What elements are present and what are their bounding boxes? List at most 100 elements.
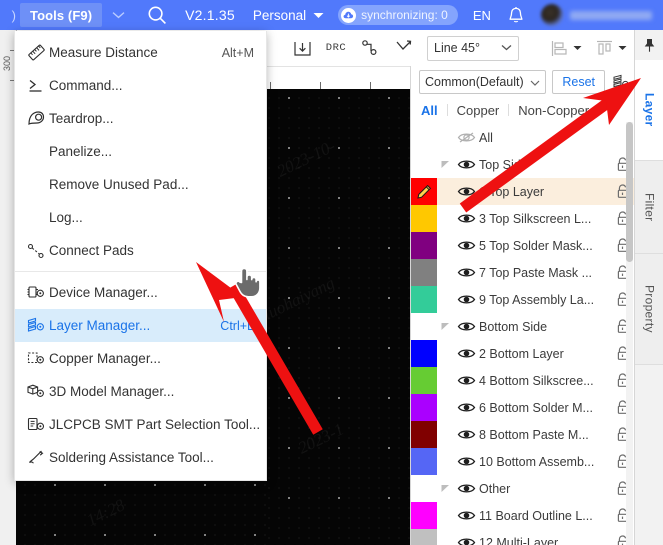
- eye-icon[interactable]: [453, 536, 479, 545]
- net-icon[interactable]: [358, 36, 382, 60]
- layer-preset-select[interactable]: Common(Default): [419, 70, 547, 94]
- menu-item-label: 3D Model Manager...: [49, 384, 175, 399]
- menu-item-device-manager[interactable]: Device Manager...: [15, 276, 266, 309]
- angle-icon[interactable]: [392, 36, 416, 60]
- eye-icon[interactable]: [453, 482, 479, 495]
- layer-row-bottom-solder-mask[interactable]: 6 Bottom Solder M...: [411, 394, 635, 421]
- layer-row-all[interactable]: All: [411, 124, 635, 151]
- search-icon[interactable]: [147, 5, 167, 25]
- pcb-grid-area-right[interactable]: 2023-10- luohaiyang 2023-1: [267, 89, 410, 545]
- menu-item-3d-model-manager[interactable]: 3D Model Manager...: [15, 375, 266, 408]
- eye-icon[interactable]: [453, 239, 479, 252]
- layer-row-top-assembly[interactable]: 9 Top Assembly La...: [411, 286, 635, 313]
- layer-color-swatch[interactable]: [411, 178, 437, 205]
- menu-item-layer-manager[interactable]: Layer Manager... Ctrl+L: [15, 309, 266, 342]
- layer-row-top-layer[interactable]: 1 Top Layer: [411, 178, 635, 205]
- layer-config-icon[interactable]: [611, 74, 631, 90]
- layer-color-swatch[interactable]: [411, 529, 437, 545]
- layer-row-bottom-assembly[interactable]: 10 Bottom Assemb...: [411, 448, 635, 475]
- eye-icon[interactable]: [453, 266, 479, 279]
- tools-menu-button[interactable]: Tools (F9): [20, 3, 103, 27]
- layer-color-swatch[interactable]: [411, 502, 437, 529]
- tab-non-copper[interactable]: Non-Copper: [509, 103, 598, 118]
- layer-color-swatch[interactable]: [411, 394, 437, 421]
- layer-list[interactable]: All Top Side 1 Top Layer 3 Top Silkscree…: [411, 124, 635, 545]
- layer-row-board-outline[interactable]: 11 Board Outline L...: [411, 502, 635, 529]
- menu-item-teardrop[interactable]: Teardrop...: [15, 102, 266, 135]
- collapse-triangle-icon[interactable]: [437, 322, 453, 331]
- tools-dropdown-menu[interactable]: Measure Distance Alt+M Command... Teardr…: [14, 31, 267, 481]
- eye-icon[interactable]: [453, 428, 479, 441]
- pcb-canvas-right[interactable]: 2023-10- luohaiyang 2023-1: [267, 66, 410, 545]
- tab-layer[interactable]: Layer: [635, 60, 663, 161]
- layer-row-top-paste-mask[interactable]: 7 Top Paste Mask ...: [411, 259, 635, 286]
- layer-color-swatch[interactable]: [411, 259, 437, 286]
- collapse-triangle-icon[interactable]: [437, 484, 453, 493]
- eye-icon[interactable]: [453, 320, 479, 333]
- menu-item-measure-distance[interactable]: Measure Distance Alt+M: [15, 36, 266, 69]
- layer-row-bottom-paste-mask[interactable]: 8 Bottom Paste M...: [411, 421, 635, 448]
- eye-icon[interactable]: [453, 509, 479, 522]
- bell-icon[interactable]: [507, 6, 525, 25]
- menu-item-label: Connect Pads: [49, 243, 134, 258]
- layer-manager-icon: [23, 317, 49, 334]
- distribute-caret-icon[interactable]: [618, 43, 627, 53]
- eye-icon[interactable]: [453, 158, 479, 171]
- eye-icon[interactable]: [453, 401, 479, 414]
- sync-status-badge[interactable]: synchronizing: 0: [338, 5, 458, 25]
- layer-color-swatch[interactable]: [411, 205, 437, 232]
- layer-row-bottom-layer[interactable]: 2 Bottom Layer: [411, 340, 635, 367]
- layer-group-top-side[interactable]: Top Side: [411, 151, 635, 178]
- layer-row-top-solder-mask[interactable]: 5 Top Solder Mask...: [411, 232, 635, 259]
- tab-all[interactable]: All: [419, 103, 447, 118]
- layer-row-multi-layer[interactable]: 12 Multi-Layer: [411, 529, 635, 545]
- eye-icon[interactable]: [453, 374, 479, 387]
- import-icon[interactable]: [290, 36, 314, 60]
- layer-name: 9 Top Assembly La...: [479, 292, 595, 307]
- eye-icon[interactable]: [453, 455, 479, 468]
- reset-button[interactable]: Reset: [552, 70, 605, 94]
- align-icon[interactable]: [547, 36, 571, 60]
- horizontal-ruler-right[interactable]: [267, 66, 410, 90]
- layer-row-top-silkscreen[interactable]: 3 Top Silkscreen L...: [411, 205, 635, 232]
- layer-list-scrollbar-thumb[interactable]: [626, 122, 633, 262]
- drc-button[interactable]: DRC: [324, 36, 348, 60]
- user-account[interactable]: [540, 4, 652, 26]
- layer-color-swatch[interactable]: [411, 448, 437, 475]
- layer-color-swatch[interactable]: [411, 340, 437, 367]
- plan-label[interactable]: Personal: [253, 8, 306, 23]
- distribute-icon[interactable]: [592, 36, 616, 60]
- eye-icon[interactable]: [453, 212, 479, 225]
- layer-color-swatch[interactable]: [411, 367, 437, 394]
- plan-caret-icon[interactable]: [313, 12, 324, 19]
- layer-row-bottom-silkscreen[interactable]: 4 Bottom Silkscree...: [411, 367, 635, 394]
- tools-menu-label: Tools (F9): [30, 7, 93, 23]
- tab-property[interactable]: Property: [635, 254, 663, 365]
- align-caret-icon[interactable]: [573, 43, 582, 53]
- menu-item-panelize[interactable]: Panelize...: [15, 135, 266, 168]
- layer-color-swatch[interactable]: [411, 286, 437, 313]
- menu-item-log[interactable]: Log...: [15, 201, 266, 234]
- tab-filter[interactable]: Filter: [635, 161, 663, 254]
- menu-item-remove-unused-pad[interactable]: Remove Unused Pad...: [15, 168, 266, 201]
- tab-copper[interactable]: Copper: [448, 103, 509, 118]
- menu-item-copper-manager[interactable]: Copper Manager...: [15, 342, 266, 375]
- line-mode-select[interactable]: Line 45°: [427, 35, 519, 61]
- chevron-down-icon[interactable]: [112, 11, 125, 19]
- eye-icon[interactable]: [453, 185, 479, 198]
- collapse-triangle-icon[interactable]: [437, 160, 453, 169]
- menu-item-jlcpcb-smt-part-selection-tool[interactable]: JLCPCB SMT Part Selection Tool...: [15, 408, 266, 441]
- layer-group-other[interactable]: Other: [411, 475, 635, 502]
- menu-item-soldering-assistance-tool[interactable]: Soldering Assistance Tool...: [15, 441, 266, 474]
- eye-icon[interactable]: [453, 293, 479, 306]
- menu-item-command[interactable]: Command...: [15, 69, 266, 102]
- language-button[interactable]: EN: [473, 8, 491, 23]
- layer-color-swatch[interactable]: [411, 232, 437, 259]
- pin-icon[interactable]: [635, 30, 663, 60]
- layer-group-bottom-side[interactable]: Bottom Side: [411, 313, 635, 340]
- layer-color-swatch[interactable]: [411, 421, 437, 448]
- eye-off-icon[interactable]: [453, 131, 479, 144]
- menu-item-connect-pads[interactable]: Connect Pads: [15, 234, 266, 267]
- avatar[interactable]: [540, 4, 563, 26]
- eye-icon[interactable]: [453, 347, 479, 360]
